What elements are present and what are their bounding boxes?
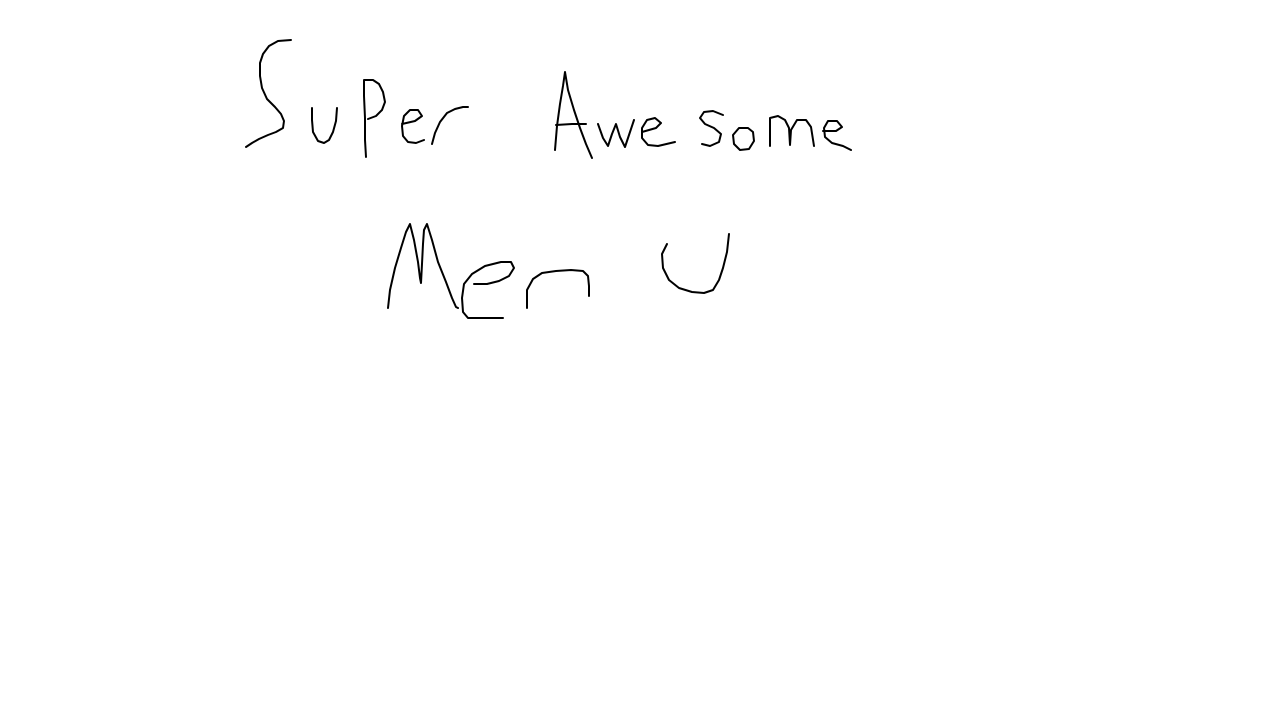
letter-S [245, 39, 292, 148]
letter-e-3 [822, 120, 852, 151]
letter-e [401, 109, 425, 144]
letter-U [661, 233, 730, 294]
letter-w [597, 119, 635, 148]
letter-n [526, 269, 590, 309]
word-awesome [554, 71, 852, 159]
letter-r [431, 106, 469, 145]
letter-p [363, 79, 386, 158]
letter-e-4 [461, 261, 515, 319]
letter-m [769, 115, 815, 147]
letter-M [387, 223, 459, 309]
letter-A-bar [555, 123, 587, 126]
word-super [245, 39, 469, 158]
letter-s [699, 110, 724, 147]
letter-e-2 [641, 117, 676, 147]
handwritten-title [245, 39, 852, 319]
letter-u [311, 107, 338, 144]
letter-A [554, 71, 593, 159]
word-menu [387, 223, 730, 319]
drawing-canvas: Super Awesome Men U [0, 0, 1280, 720]
letter-o [732, 127, 755, 151]
